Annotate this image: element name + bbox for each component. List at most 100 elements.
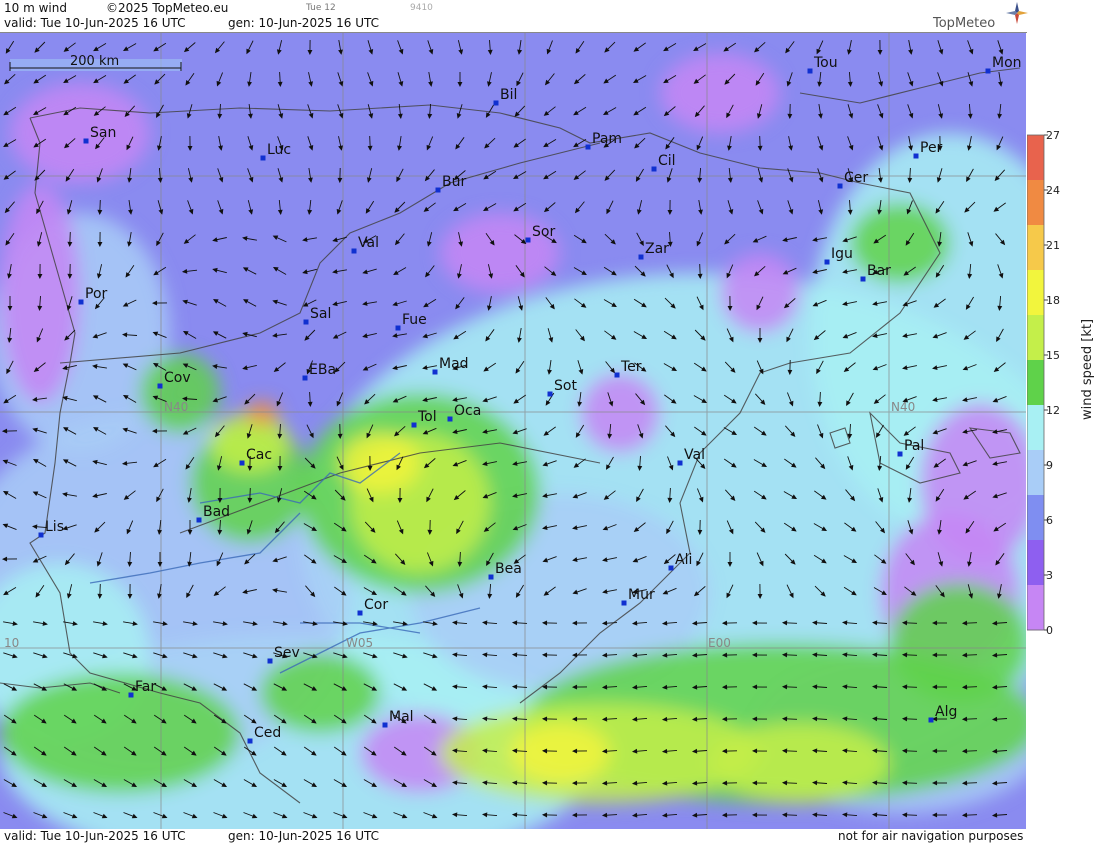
city-name: Oca: [454, 403, 481, 419]
legend-colorbar: 2724211815129630: [1027, 0, 1117, 843]
city-dot-icon: [929, 718, 934, 723]
city-dot-icon: [352, 249, 357, 254]
city-name: Val: [684, 447, 705, 463]
valid-time: valid: Tue 10-Jun-2025 16 UTC: [4, 16, 185, 30]
city-dot-icon: [622, 601, 627, 606]
wind-speed-legend: 2724211815129630: [1027, 0, 1117, 843]
legend-tick-label: 15: [1046, 349, 1060, 362]
city-dot-icon: [248, 739, 253, 744]
city-name: Por: [85, 286, 108, 302]
city-name: Sal: [310, 306, 331, 322]
city-name: Far: [135, 679, 156, 695]
legend-swatch: [1027, 180, 1044, 226]
city-dot-icon: [808, 69, 813, 74]
footer-generated-time: gen: 10-Jun-2025 16 UTC: [228, 829, 379, 843]
city-dot-icon: [494, 101, 499, 106]
city-dot-icon: [898, 452, 903, 457]
map-footer: valid: Tue 10-Jun-2025 16 UTC gen: 10-Ju…: [0, 829, 1027, 843]
city-dot-icon: [825, 260, 830, 265]
city-name: Tol: [417, 409, 437, 425]
city-dot-icon: [489, 575, 494, 580]
city-dot-icon: [861, 277, 866, 282]
legend-tick-label: 12: [1046, 404, 1060, 417]
city-name: Val: [358, 235, 379, 251]
city-dot-icon: [448, 417, 453, 422]
city-name: Bil: [500, 87, 517, 103]
wind-field-svg: SanLucBilPamCilTouMonPerCerBurSorZarIguB…: [0, 33, 1026, 829]
city-name: Alg: [935, 704, 957, 720]
wind-map[interactable]: SanLucBilPamCilTouMonPerCerBurSorZarIguB…: [0, 33, 1026, 829]
city-dot-icon: [986, 69, 991, 74]
city-dot-icon: [261, 156, 266, 161]
copyright: ©2025 TopMeteo.eu: [106, 1, 228, 15]
city-dot-icon: [396, 326, 401, 331]
city-name: Cac: [246, 447, 272, 463]
city-dot-icon: [652, 167, 657, 172]
city-name: Zar: [645, 241, 669, 257]
city-dot-icon: [39, 533, 44, 538]
city-name: Mon: [992, 55, 1022, 71]
city-dot-icon: [303, 376, 308, 381]
generated-time: gen: 10-Jun-2025 16 UTC: [228, 16, 379, 30]
frame-code: 9410: [410, 3, 433, 13]
city-name: Mur: [628, 587, 655, 603]
legend-swatch: [1027, 495, 1044, 541]
city-name: EBa: [309, 362, 336, 378]
city-dot-icon: [639, 255, 644, 260]
legend-swatch: [1027, 405, 1044, 451]
legend-swatch: [1027, 540, 1044, 586]
legend-tick-label: 24: [1046, 184, 1060, 197]
city-name: Fue: [402, 312, 427, 328]
city-name: Tou: [813, 55, 838, 71]
city-name: Pam: [592, 131, 622, 147]
legend-tick-label: 21: [1046, 239, 1060, 252]
city-name: Sev: [274, 645, 300, 661]
city-dot-icon: [158, 384, 163, 389]
city-dot-icon: [526, 238, 531, 243]
city-name: Lis: [45, 519, 64, 535]
city-dot-icon: [358, 611, 363, 616]
legend-tick-label: 3: [1046, 569, 1053, 582]
city-dot-icon: [84, 139, 89, 144]
legend-swatch: [1027, 450, 1044, 496]
city-dot-icon: [586, 145, 591, 150]
lon-label-e00: E00: [708, 636, 731, 650]
legend-swatch: [1027, 315, 1044, 361]
brand-logo-icon: [1006, 2, 1028, 24]
city-name: Mal: [389, 709, 414, 725]
legend-tick-label: 9: [1046, 459, 1053, 472]
city-dot-icon: [548, 392, 553, 397]
city-name: Igu: [831, 246, 853, 262]
scale-label: 200 km: [70, 54, 119, 69]
city-name: Cer: [844, 170, 868, 186]
city-name: Ter: [620, 359, 642, 375]
city-dot-icon: [678, 461, 683, 466]
city-name: Per: [920, 140, 943, 156]
legend-tick-label: 6: [1046, 514, 1053, 527]
city-name: Ced: [254, 725, 281, 741]
legend-tick-label: 27: [1046, 129, 1060, 142]
city-dot-icon: [197, 518, 202, 523]
city-dot-icon: [129, 693, 134, 698]
city-name: Bad: [203, 504, 230, 520]
city-name: Bar: [867, 263, 891, 279]
legend-swatch: [1027, 225, 1044, 271]
time-tab[interactable]: Tue 12: [306, 3, 336, 13]
legend-swatch: [1027, 270, 1044, 316]
city-name: Pal: [904, 438, 924, 454]
legend-swatch: [1027, 360, 1044, 406]
city-dot-icon: [383, 723, 388, 728]
city-dot-icon: [669, 566, 674, 571]
city-dot-icon: [79, 300, 84, 305]
city-dot-icon: [914, 154, 919, 159]
city-dot-icon: [304, 320, 309, 325]
legend-swatch: [1027, 135, 1044, 181]
lat-label-n40-west: N40: [164, 400, 188, 414]
brand-name: TopMeteo: [933, 16, 995, 31]
lon-label-w10: 10: [4, 636, 19, 650]
city-name: Bur: [442, 174, 466, 190]
city-name: Cor: [364, 597, 388, 613]
city-name: Mad: [439, 356, 469, 372]
city-name: Cov: [164, 370, 191, 386]
city-name: Cil: [658, 153, 676, 169]
